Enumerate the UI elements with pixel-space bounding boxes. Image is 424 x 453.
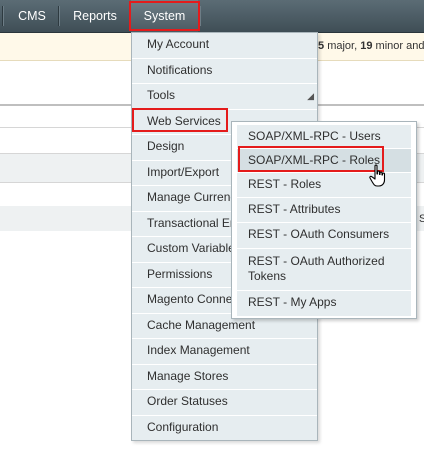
- submenu-item-rest-attributes[interactable]: REST - Attributes: [237, 198, 411, 223]
- nav-system[interactable]: System: [131, 0, 198, 32]
- top-navigation: CMS Reports System: [0, 0, 424, 33]
- menu-item-index-management[interactable]: Index Management: [132, 339, 317, 365]
- menu-item-notifications[interactable]: Notifications: [132, 59, 317, 84]
- menu-item-order-statuses[interactable]: Order Statuses: [132, 390, 317, 416]
- minor-count: 19: [360, 40, 373, 52]
- menu-item-tools[interactable]: Tools ◢: [132, 84, 317, 110]
- hand-cursor-icon: [369, 164, 386, 187]
- submenu-item-rest-oauth-consumers[interactable]: REST - OAuth Consumers: [237, 223, 411, 249]
- nav-separator: [129, 6, 130, 26]
- major-label: major,: [327, 40, 358, 52]
- submenu-corner-icon: ◢: [307, 90, 314, 101]
- nav-reports[interactable]: Reports: [60, 0, 130, 32]
- minor-label: minor and: [375, 40, 424, 52]
- nav-separator: [58, 6, 59, 26]
- nav-separator: [2, 6, 3, 26]
- submenu-item-rest-my-apps[interactable]: REST - My Apps: [237, 291, 411, 316]
- web-services-submenu: SOAP/XML-RPC - Users SOAP/XML-RPC - Role…: [231, 121, 417, 319]
- nav-cms[interactable]: CMS: [6, 0, 58, 32]
- submenu-item-soap-users[interactable]: SOAP/XML-RPC - Users: [237, 125, 411, 149]
- nav-separator: [199, 6, 200, 26]
- menu-item-configuration[interactable]: Configuration: [132, 416, 317, 442]
- content-partial-text: S: [419, 213, 424, 225]
- submenu-item-rest-oauth-tokens[interactable]: REST - OAuth Authorized Tokens: [237, 249, 411, 291]
- major-count: 5: [318, 40, 325, 52]
- menu-item-manage-stores[interactable]: Manage Stores: [132, 365, 317, 390]
- menu-item-tools-label: Tools: [147, 88, 176, 102]
- system-messages-text: 5 major, 19 minor and: [318, 40, 424, 52]
- menu-item-my-account[interactable]: My Account: [132, 33, 317, 59]
